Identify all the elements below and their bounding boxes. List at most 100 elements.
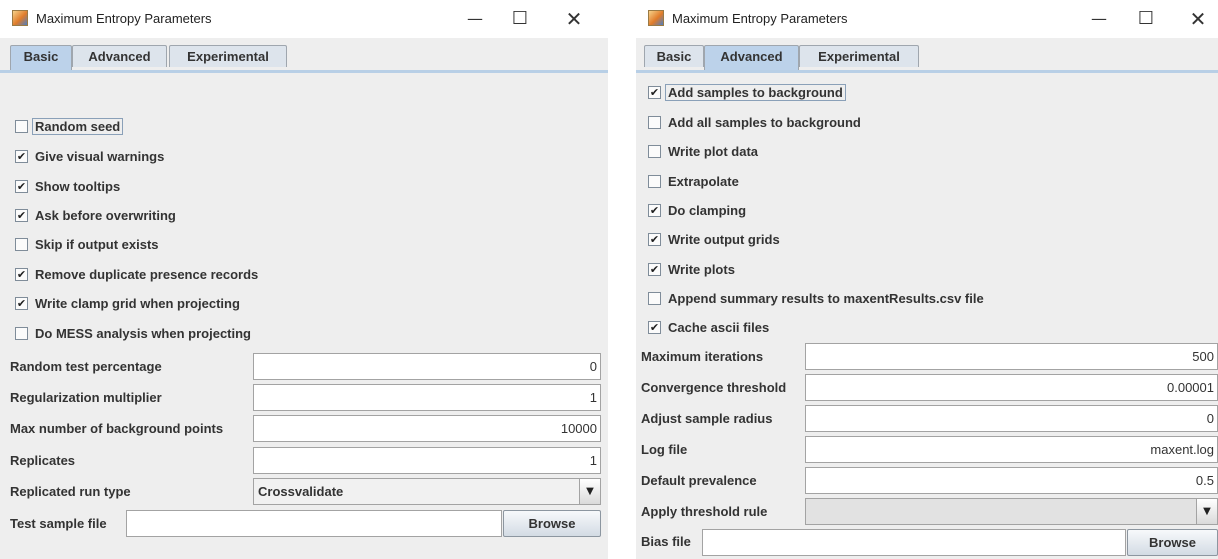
skip-if-output-exists-checkbox[interactable]: Skip if output exists	[15, 233, 159, 255]
checkbox-box[interactable]	[15, 326, 28, 340]
maximize-button[interactable]: ☐	[1123, 4, 1169, 34]
apply-threshold-rule-label: Apply threshold rule	[641, 504, 768, 519]
checkbox-box[interactable]: ✔	[15, 149, 28, 163]
random-seed-checkbox[interactable]: Random seed	[15, 115, 124, 137]
checkbox-label: Write plot data	[668, 143, 759, 159]
regularization-multiplier-label: Regularization multiplier	[10, 390, 162, 405]
replicates-label: Replicates	[10, 453, 76, 468]
checkbox-label: Random seed	[31, 117, 124, 135]
checkbox-label: Skip if output exists	[35, 236, 159, 252]
chevron-down-icon[interactable]: ▼	[1196, 498, 1218, 525]
title-bar[interactable]: Maximum Entropy Parameters — ☐ ✕	[636, 0, 1218, 38]
tab-experimental[interactable]: Experimental	[799, 45, 919, 67]
replicates-field[interactable]: 1	[253, 447, 601, 474]
close-button[interactable]: ✕	[1175, 4, 1218, 34]
checkbox-label: Add samples to background	[665, 83, 846, 101]
tab-underline	[0, 70, 608, 73]
add-all-samples-to-background-checkbox[interactable]: Add all samples to background	[648, 111, 861, 133]
checkbox-box[interactable]: ✔	[648, 262, 661, 276]
tab-strip: Basic Advanced Experimental	[636, 45, 1218, 70]
checkbox-label: Write plots	[668, 261, 735, 277]
extrapolate-checkbox[interactable]: Extrapolate	[648, 170, 739, 192]
test-sample-file-field[interactable]	[126, 510, 502, 537]
ask-before-overwriting-checkbox[interactable]: ✔ Ask before overwriting	[15, 204, 176, 226]
checkbox-box[interactable]	[648, 115, 661, 129]
test-sample-file-label: Test sample file	[10, 516, 107, 531]
checkbox-box[interactable]: ✔	[15, 296, 28, 310]
checkbox-box[interactable]: ✔	[15, 267, 28, 281]
write-clamp-grid-checkbox[interactable]: ✔ Write clamp grid when projecting	[15, 292, 240, 314]
convergence-threshold-label: Convergence threshold	[641, 380, 787, 395]
max-background-points-field[interactable]: 10000	[253, 415, 601, 442]
chevron-down-icon[interactable]: ▼	[579, 478, 601, 505]
default-prevalence-field[interactable]: 0.5	[805, 467, 1218, 494]
random-test-percentage-label: Random test percentage	[10, 359, 162, 374]
minimize-button[interactable]: —	[1076, 4, 1122, 34]
window-title: Maximum Entropy Parameters	[672, 11, 848, 26]
checkbox-label: Do MESS analysis when projecting	[35, 325, 251, 341]
checkbox-box[interactable]: ✔	[648, 203, 661, 217]
checkbox-label: Do clamping	[668, 202, 747, 218]
tab-strip: Basic Advanced Experimental	[0, 45, 608, 70]
random-test-percentage-field[interactable]: 0	[253, 353, 601, 380]
tab-advanced[interactable]: Advanced	[72, 45, 167, 67]
regularization-multiplier-field[interactable]: 1	[253, 384, 601, 411]
give-visual-warnings-checkbox[interactable]: ✔ Give visual warnings	[15, 145, 164, 167]
bias-file-browse-button[interactable]: Browse	[1127, 529, 1218, 556]
tab-advanced[interactable]: Advanced	[704, 45, 799, 70]
write-output-grids-checkbox[interactable]: ✔ Write output grids	[648, 228, 780, 250]
checkbox-box[interactable]: ✔	[15, 179, 28, 193]
maximize-button[interactable]: ☐	[497, 4, 543, 34]
cache-ascii-files-checkbox[interactable]: ✔ Cache ascii files	[648, 316, 769, 338]
checkbox-label: Cache ascii files	[668, 319, 770, 335]
checkbox-label: Write clamp grid when projecting	[35, 295, 240, 311]
do-clamping-checkbox[interactable]: ✔ Do clamping	[648, 199, 746, 221]
checkbox-label: Give visual warnings	[35, 148, 165, 164]
convergence-threshold-field[interactable]: 0.00001	[805, 374, 1218, 401]
add-samples-to-background-checkbox[interactable]: ✔ Add samples to background	[648, 81, 846, 103]
checkbox-box[interactable]: ✔	[15, 208, 28, 222]
tab-experimental[interactable]: Experimental	[169, 45, 287, 67]
show-tooltips-checkbox[interactable]: ✔ Show tooltips	[15, 175, 120, 197]
checkbox-box[interactable]	[15, 119, 28, 133]
checkbox-label: Remove duplicate presence records	[35, 266, 259, 282]
checkbox-box[interactable]	[15, 237, 28, 251]
bias-file-field[interactable]	[702, 529, 1126, 556]
minimize-button[interactable]: —	[452, 4, 498, 34]
replicated-run-type-dropdown[interactable]: Crossvalidate ▼	[253, 478, 601, 505]
checkbox-label: Ask before overwriting	[35, 207, 176, 223]
write-plots-checkbox[interactable]: ✔ Write plots	[648, 258, 735, 280]
max-background-points-label: Max number of background points	[10, 421, 224, 436]
write-plot-data-checkbox[interactable]: Write plot data	[648, 140, 758, 162]
checkbox-box[interactable]: ✔	[648, 320, 661, 334]
maximum-iterations-field[interactable]: 500	[805, 343, 1218, 370]
append-summary-results-checkbox[interactable]: Append summary results to maxentResults.…	[648, 287, 984, 309]
checkbox-box[interactable]	[648, 144, 661, 158]
log-file-label: Log file	[641, 442, 688, 457]
dropdown-value: Crossvalidate	[258, 484, 344, 499]
adjust-sample-radius-field[interactable]: 0	[805, 405, 1218, 432]
test-sample-browse-button[interactable]: Browse	[503, 510, 601, 537]
default-prevalence-label: Default prevalence	[641, 473, 757, 488]
tab-underline	[636, 70, 1218, 73]
tab-basic[interactable]: Basic	[644, 45, 704, 67]
checkbox-box[interactable]	[648, 291, 661, 305]
checkbox-box[interactable]	[648, 174, 661, 188]
parameters-window-advanced: Maximum Entropy Parameters — ☐ ✕ Basic A…	[636, 0, 1218, 559]
checkbox-box[interactable]: ✔	[648, 232, 661, 246]
bias-file-label: Bias file	[641, 534, 691, 549]
do-mess-analysis-checkbox[interactable]: Do MESS analysis when projecting	[15, 322, 251, 344]
replicated-run-type-label: Replicated run type	[10, 484, 131, 499]
tab-basic[interactable]: Basic	[10, 45, 72, 70]
java-app-icon	[12, 10, 28, 26]
maximum-iterations-label: Maximum iterations	[641, 349, 764, 364]
checkbox-label: Append summary results to maxentResults.…	[668, 290, 984, 306]
apply-threshold-rule-dropdown[interactable]: ▼	[805, 498, 1218, 525]
close-button[interactable]: ✕	[551, 4, 597, 34]
checkbox-label: Add all samples to background	[668, 114, 861, 130]
remove-duplicate-presence-records-checkbox[interactable]: ✔ Remove duplicate presence records	[15, 263, 258, 285]
checkbox-box[interactable]: ✔	[648, 85, 661, 99]
log-file-field[interactable]: maxent.log	[805, 436, 1218, 463]
checkbox-label: Extrapolate	[668, 173, 739, 189]
title-bar[interactable]: Maximum Entropy Parameters — ☐ ✕	[0, 0, 608, 38]
